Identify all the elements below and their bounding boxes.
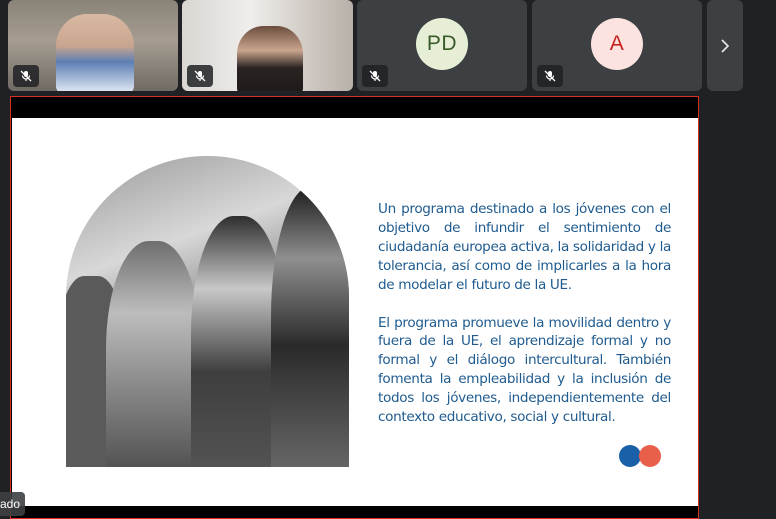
slide-paragraph-2: El programa promueve la movilidad dentro…: [378, 314, 671, 426]
presenter-name-label: ado: [0, 492, 26, 516]
mic-off-icon: [537, 65, 563, 87]
slide-paragraph-1: Un programa destinado a los jóvenes con …: [378, 201, 671, 293]
mic-off-icon: [187, 65, 213, 87]
presentation-slide: Un programa destinado a los jóvenes con …: [12, 118, 698, 506]
logo-dot-blue: [619, 445, 641, 467]
chevron-right-icon: [721, 38, 730, 53]
participant-avatar: A: [591, 18, 643, 70]
participant-avatar: PD: [416, 18, 468, 70]
participant-video-figure: [237, 26, 303, 91]
participant-tile-3[interactable]: PD: [357, 0, 527, 91]
shared-screen: Un programa destinado a los jóvenes con …: [10, 96, 699, 519]
logo-dot-orange: [639, 445, 661, 467]
participant-tile-4[interactable]: A: [532, 0, 702, 91]
participant-video-figure: [56, 14, 134, 91]
logo-dots: [619, 445, 663, 469]
mic-off-icon: [362, 65, 388, 87]
next-participants-button[interactable]: [707, 0, 743, 91]
participant-tile-1[interactable]: [8, 0, 178, 91]
slide-photo: [66, 156, 349, 467]
slide-text-block: Un programa destinado a los jóvenes con …: [378, 200, 671, 446]
mic-off-icon: [13, 65, 39, 87]
participant-tile-2[interactable]: [182, 0, 353, 91]
